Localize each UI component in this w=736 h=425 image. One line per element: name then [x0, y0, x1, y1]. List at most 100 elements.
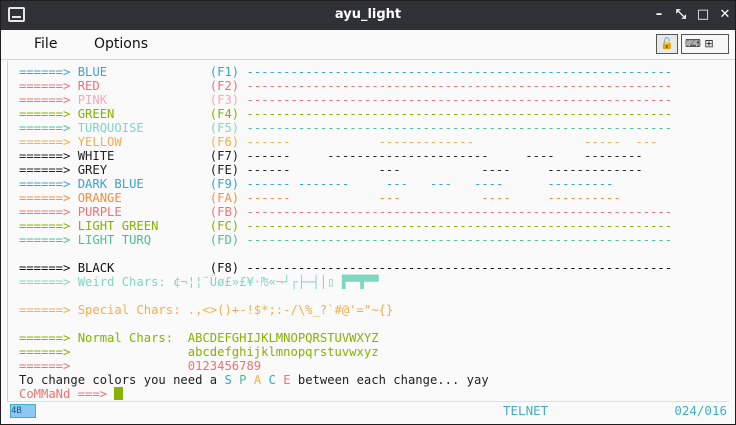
terminal-text: LIGHT TURQ	[70, 233, 210, 247]
menu-bar: File Options 🔓 ⌨ ⊞	[1, 30, 735, 60]
screen-icon: 4B	[10, 404, 36, 418]
terminal-line: ======> Special Chars: .,<>()+-!$*;:-/\%…	[19, 303, 393, 317]
terminal-text: ======> abcdefghijklmnopqrstuvwxyz	[19, 345, 379, 359]
terminal-text: ----------------------------------------…	[239, 219, 673, 233]
status-bar: 4B TELNET 024/016	[7, 401, 729, 420]
terminal-text: (F4)	[209, 107, 240, 121]
terminal-text: ----------------------------------------…	[239, 79, 673, 93]
terminal-text: ----------------------------------------…	[239, 65, 673, 79]
terminal-text: ======>	[19, 65, 71, 79]
terminal-text: ======>	[19, 107, 71, 121]
terminal-line: ======> PINK (F3) ----------------------…	[19, 93, 672, 107]
terminal-text: ======>	[19, 219, 71, 233]
terminal-text: ======> Weird Chars: ¢¬¦¦¨Üø£»£¥·₧«¬┘┌├─…	[19, 275, 379, 289]
terminal-text: C	[268, 373, 284, 387]
terminal-text: TURQUOISE	[70, 121, 210, 135]
terminal-text: (F2)	[209, 79, 240, 93]
terminal-text: ORANGE	[70, 191, 210, 205]
terminal-text: ======> 0123456789	[19, 359, 262, 373]
terminal-text: ------ --- ---- -------------	[239, 163, 643, 177]
terminal-line: ======> LIGHT TURQ (FD) ----------------…	[19, 233, 672, 247]
text-cursor	[114, 387, 124, 400]
terminal-text: ======> GREY (FE)	[19, 163, 240, 177]
cursor-position: 024/016	[674, 403, 727, 418]
terminal-text: (F9)	[209, 177, 240, 191]
maximize-icon[interactable]: □	[693, 5, 713, 25]
terminal-text: ------ ------------- ----- ---	[239, 135, 658, 149]
terminal-text: (F3)	[209, 93, 240, 107]
terminal-text: PURPLE	[70, 205, 210, 219]
terminal-line: ======> LIGHT GREEN (FC) ---------------…	[19, 219, 672, 233]
terminal-text: BLUE	[70, 65, 210, 79]
terminal-text: YELLOW	[70, 135, 210, 149]
terminal-text: ------ --- ---- ----------	[239, 191, 621, 205]
terminal-text: ======> Special Chars: .,<>()+-!$*;:-/\%…	[19, 303, 394, 317]
terminal-text: ----------------------------------------…	[239, 121, 673, 135]
terminal-text: To change colors you need a	[19, 373, 225, 387]
restore-icon[interactable]: ⤡	[671, 5, 691, 25]
terminal-text: ======>	[19, 205, 71, 219]
terminal-line: CoMMaNd ===>	[19, 387, 124, 401]
terminal-text: LIGHT GREEN	[70, 219, 210, 233]
terminal-text: ======>	[19, 79, 71, 93]
terminal-text: S	[224, 373, 240, 387]
terminal-text: ======> WHITE (F7)	[19, 149, 240, 163]
terminal-text: ======>	[19, 135, 71, 149]
terminal-text: ======> Normal Chars: ABCDEFGHIJKLMNOPQR…	[19, 331, 379, 345]
terminal-text: CoMMaNd ===>	[19, 387, 115, 401]
terminal-line: ======> 0123456789	[19, 359, 261, 373]
terminal-text: ----------------------------------------…	[239, 233, 673, 247]
terminal-line: ======> GREEN (F4) ---------------------…	[19, 107, 672, 121]
title-bar[interactable]: ayu_light – ⤡ □ ✕	[1, 1, 735, 30]
terminal-text: GREEN	[70, 107, 210, 121]
terminal-line: ======> WHITE (F7) ------ --------------…	[19, 149, 643, 163]
terminal-line: ======> GREY (FE) ------ --- ---- ------…	[19, 163, 643, 177]
terminal-text: (F6)	[209, 135, 240, 149]
close-icon[interactable]: ✕	[715, 5, 735, 25]
terminal-window: ayu_light – ⤡ □ ✕ File Options 🔓 ⌨ ⊞ ===…	[0, 0, 736, 425]
terminal-line: ======> BLACK (F8) ---------------------…	[19, 261, 672, 275]
terminal-line: ======> BLUE (F1) ----------------------…	[19, 65, 672, 79]
terminal-text: ======>	[19, 233, 71, 247]
terminal-text: ======>	[19, 121, 71, 135]
lock-icon[interactable]: 🔓	[656, 34, 678, 54]
terminal-line: ======> PURPLE (FB) --------------------…	[19, 205, 672, 219]
terminal-text: ----------------------------------------…	[239, 93, 673, 107]
terminal-line: ======> RED (F2) -----------------------…	[19, 79, 672, 93]
keyboard-icon[interactable]: ⌨ ⊞	[681, 34, 729, 54]
terminal-text: ----------------------------------------…	[239, 107, 673, 121]
terminal-text: (F5)	[209, 121, 240, 135]
terminal-text: P	[239, 373, 254, 387]
terminal-text: ======>	[19, 191, 71, 205]
status-icons: 🔓 ⌨ ⊞	[656, 34, 729, 54]
terminal-text: (FC)	[209, 219, 240, 233]
terminal-text: (FD)	[209, 233, 240, 247]
terminal-screen[interactable]: ======> BLUE (F1) ----------------------…	[7, 61, 730, 401]
terminal-line: ======> TURQUOISE (F5) -----------------…	[19, 121, 672, 135]
terminal-text: ------ ---------------------- ---- -----…	[239, 149, 643, 163]
terminal-text: ----------------------------------------…	[239, 205, 673, 219]
terminal-line: ======> ORANGE (FA) ------ --- ---- ----…	[19, 191, 621, 205]
terminal-line: To change colors you need a S P A C E be…	[19, 373, 489, 387]
protocol-label: TELNET	[503, 403, 549, 418]
menu-options[interactable]: Options	[94, 36, 148, 52]
terminal-text: DARK BLUE	[70, 177, 210, 191]
terminal-line: ======> DARK BLUE (F9) ------ ------- --…	[19, 177, 613, 191]
terminal-text: (F1)	[209, 65, 240, 79]
terminal-text: RED	[70, 79, 210, 93]
terminal-text: ------ ------- --- --- ---- ---------	[239, 177, 614, 191]
terminal-line: ======> Normal Chars: ABCDEFGHIJKLMNOPQR…	[19, 331, 379, 345]
terminal-text: A	[253, 373, 269, 387]
terminal-text: ======>	[19, 93, 71, 107]
terminal-text: between each change... yay	[290, 373, 489, 387]
terminal-text: ======> BLACK (F8) ---------------------…	[19, 261, 673, 275]
terminal-line: ======> Weird Chars: ¢¬¦¦¨Üø£»£¥·₧«¬┘┌├─…	[19, 275, 379, 289]
terminal-line: ======> YELLOW (F6) ------ -------------…	[19, 135, 657, 149]
menu-file[interactable]: File	[34, 36, 57, 52]
terminal-text: PINK	[70, 93, 210, 107]
terminal-text: (FB)	[209, 205, 240, 219]
terminal-text: ======>	[19, 177, 71, 191]
minimize-icon[interactable]: –	[649, 5, 669, 25]
window-title: ayu_light	[334, 7, 402, 22]
terminal-line: ======> abcdefghijklmnopqrstuvwxyz	[19, 345, 379, 359]
